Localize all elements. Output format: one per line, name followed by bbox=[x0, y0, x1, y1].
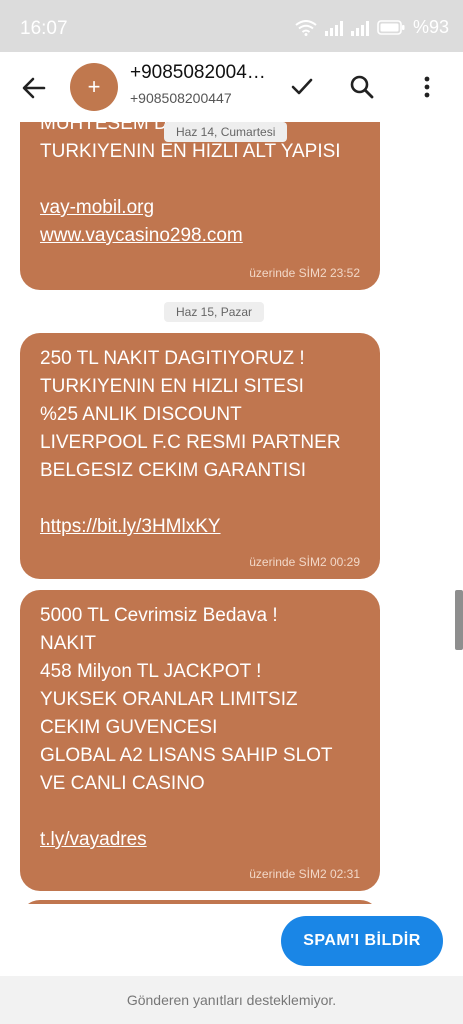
message-line: LIVERPOOL F.C RESMI PARTNER bbox=[40, 432, 341, 453]
message-line: 458 Milyon TL JACKPOT ! bbox=[40, 661, 262, 682]
message-line: 5000 TL Cevrimsiz Bedava ! bbox=[40, 605, 278, 626]
battery-icon bbox=[377, 20, 405, 35]
scrollbar-thumb[interactable] bbox=[455, 590, 463, 650]
contact-title[interactable]: +9085082004… bbox=[130, 62, 280, 84]
action-area: SPAM'I BİLDİR bbox=[0, 904, 463, 976]
more-vert-icon bbox=[424, 76, 430, 98]
message-line bbox=[40, 485, 360, 513]
message-line: VE CANLI CASINO bbox=[40, 773, 205, 794]
message-bubble[interactable]: 5000 TL Cevrimsiz Bedava ! NAKIT 458 Mil… bbox=[20, 590, 380, 891]
message-meta: üzerinde SİM2 23:52 bbox=[249, 266, 360, 280]
message-link[interactable]: https://bit.ly/3HMlxKY bbox=[40, 513, 360, 541]
message-link[interactable]: t.ly/vayadres bbox=[40, 826, 360, 854]
search-icon bbox=[350, 75, 374, 99]
check-icon bbox=[291, 78, 313, 95]
back-arrow-icon[interactable] bbox=[18, 72, 50, 104]
reply-unsupported-notice: Gönderen yanıtları desteklemiyor. bbox=[0, 976, 463, 1024]
avatar[interactable]: + bbox=[70, 63, 118, 111]
report-spam-button[interactable]: SPAM'I BİLDİR bbox=[281, 916, 443, 966]
mark-read-button[interactable] bbox=[285, 70, 319, 104]
status-icons: %93 bbox=[295, 17, 449, 38]
contact-number: +908508200447 bbox=[130, 90, 232, 106]
message-line bbox=[40, 798, 360, 826]
wifi-icon bbox=[295, 19, 317, 36]
message-line: %25 ANLIK DISCOUNT bbox=[40, 404, 242, 425]
status-bar: 16:07 %93 bbox=[0, 0, 463, 52]
battery-percent: %93 bbox=[412, 17, 449, 37]
more-options-button[interactable] bbox=[410, 70, 444, 104]
message-line: GLOBAL A2 LISANS SAHIP SLOT bbox=[40, 745, 333, 766]
message-line: NAKIT bbox=[40, 633, 96, 654]
message-line: CEKIM GUVENCESI bbox=[40, 717, 218, 738]
message-list[interactable]: MUHTESEM D... TURKIYENIN EN HIZLI ALT YA… bbox=[0, 122, 463, 904]
message-line: 250 TL NAKIT DAGITIYORUZ ! bbox=[40, 348, 305, 369]
message-line: YUKSEK ORANLAR LIMITSIZ bbox=[40, 689, 298, 710]
search-button[interactable] bbox=[345, 70, 379, 104]
date-separator: Haz 14, Cumartesi bbox=[164, 122, 288, 142]
message-meta: üzerinde SİM2 02:31 bbox=[249, 867, 360, 881]
message-bubble[interactable]: MUHTESEM D... TURKIYENIN EN HIZLI ALT YA… bbox=[20, 122, 380, 290]
signal-icon-2 bbox=[350, 20, 369, 36]
message-line bbox=[40, 166, 360, 194]
message-link[interactable]: www.vaycasino298.com bbox=[40, 222, 360, 250]
date-separator: Haz 15, Pazar bbox=[164, 302, 265, 322]
message-bubble[interactable]: 250 TL NAKIT DAGITIYORUZ ! TURKIYENIN EN… bbox=[20, 333, 380, 579]
conversation-header: + +9085082004… +908508200447 bbox=[0, 52, 463, 122]
message-line: BELGESIZ CEKIM GARANTISI bbox=[40, 460, 307, 481]
message-line: TURKIYENIN EN HIZLI ALT YAPISI bbox=[40, 141, 341, 162]
signal-icon-1 bbox=[324, 20, 343, 36]
message-link[interactable]: vay-mobil.org bbox=[40, 194, 360, 222]
message-meta: üzerinde SİM2 00:29 bbox=[249, 555, 360, 569]
status-time: 16:07 bbox=[20, 18, 68, 39]
message-line: TURKIYENIN EN HIZLI SITESI bbox=[40, 376, 304, 397]
